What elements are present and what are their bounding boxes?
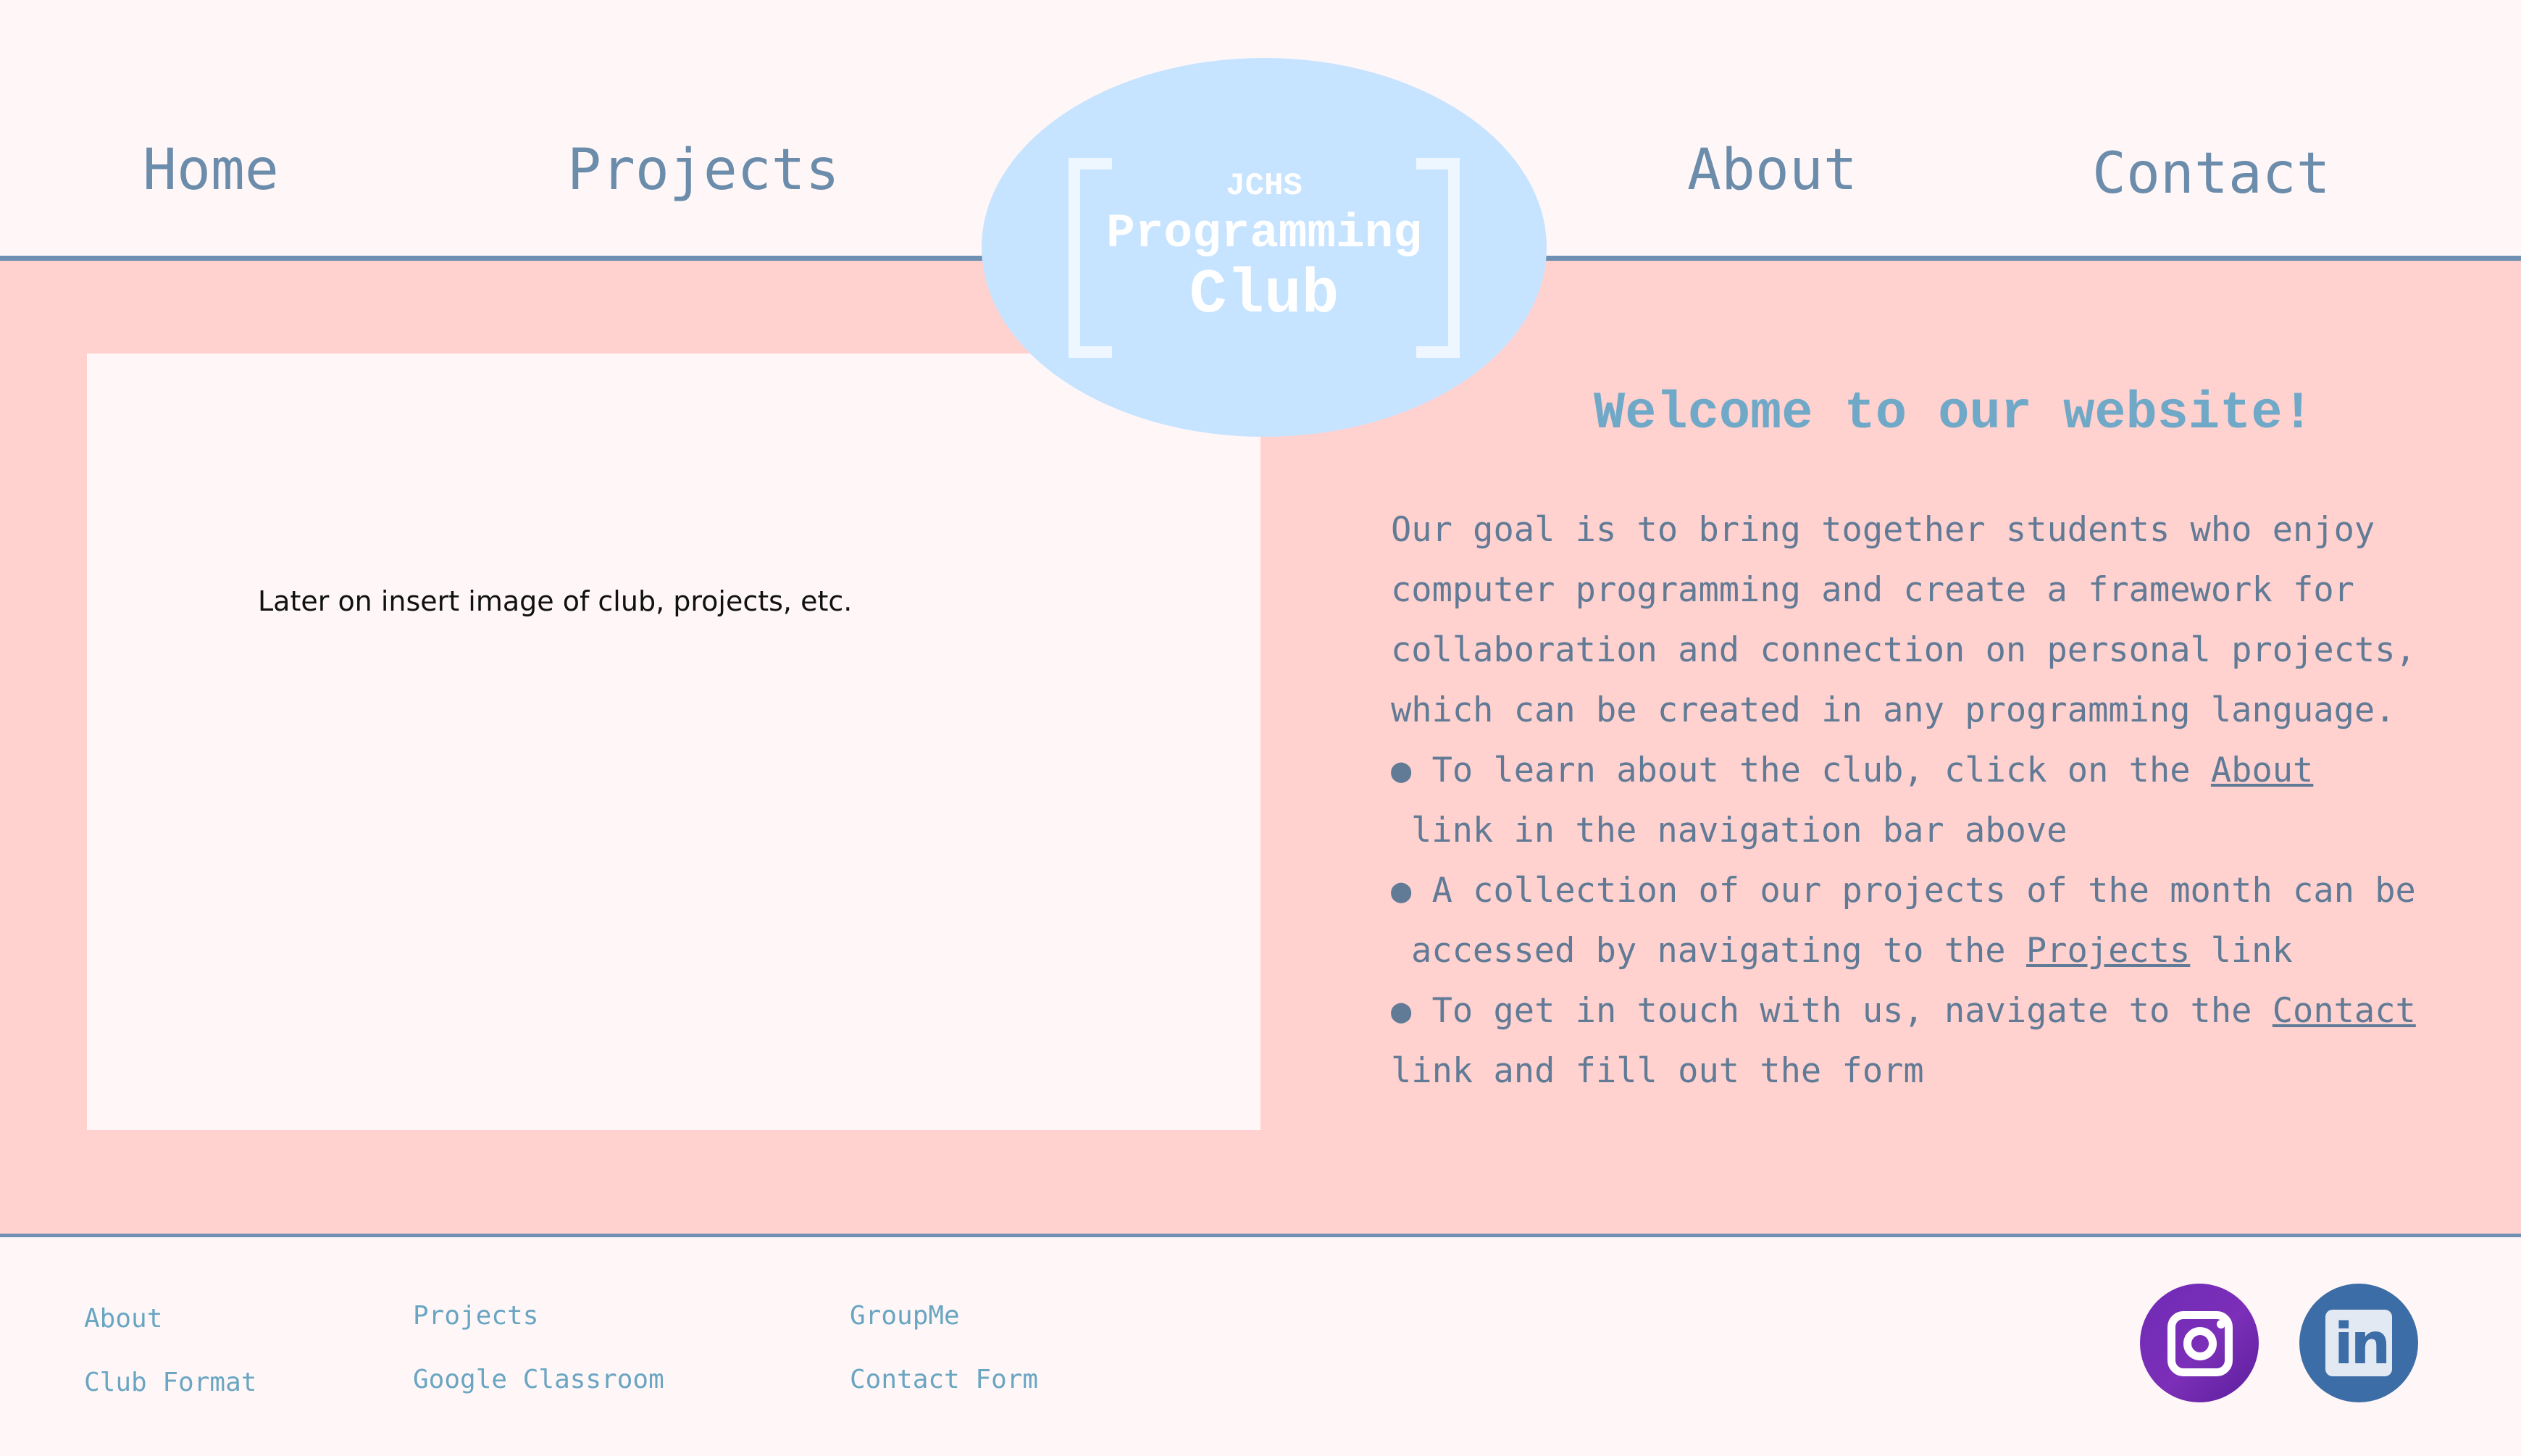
logo-line-programming: Programming — [1106, 206, 1422, 261]
bullet-projects: ● A collection of our projects of the mo… — [1391, 871, 2416, 911]
welcome-content: Our goal is to bring together students w… — [1391, 500, 2463, 1101]
footer-google-classroom-link[interactable]: Google Classroom — [413, 1365, 664, 1394]
bullet-contact: ● To get in touch with us, navigate to t… — [1391, 991, 2416, 1031]
inline-about-link[interactable]: About — [2211, 750, 2313, 790]
bullet-contact-cont: link and fill out the form — [1391, 1051, 1924, 1091]
footer-about-link[interactable]: About — [84, 1304, 162, 1334]
bullet-about-cont: link in the navigation bar above — [1411, 811, 2068, 850]
club-logo[interactable]: JCHS Programming Club — [982, 58, 1547, 437]
inline-contact-link[interactable]: Contact — [2273, 991, 2416, 1031]
footer-club-format-link[interactable]: Club Format — [84, 1368, 256, 1397]
logo-line-club: Club — [1189, 259, 1339, 330]
intro-paragraph: Our goal is to bring together students w… — [1391, 510, 2416, 730]
footer-groupme-link[interactable]: GroupMe — [850, 1301, 960, 1331]
image-placeholder-text: Later on insert image of club, projects,… — [258, 585, 853, 617]
footer-divider — [0, 1234, 2521, 1237]
logo-line-jchs: JCHS — [1226, 168, 1303, 204]
linkedin-icon[interactable]: in — [2299, 1284, 2418, 1402]
inline-projects-link[interactable]: Projects — [2026, 931, 2190, 971]
welcome-heading: Welcome to our website! — [1594, 384, 2314, 443]
nav-about-link[interactable]: About — [1687, 138, 1857, 203]
instagram-icon[interactable] — [2140, 1284, 2259, 1402]
image-placeholder-box: Later on insert image of club, projects,… — [87, 353, 1260, 1130]
nav-contact-link[interactable]: Contact — [2092, 141, 2330, 206]
bullet-projects-cont: accessed by navigating to the Projects l… — [1411, 931, 2293, 971]
nav-home-link[interactable]: Home — [143, 138, 279, 203]
footer-contact-form-link[interactable]: Contact Form — [850, 1365, 1038, 1394]
bullet-about: ● To learn about the club, click on the … — [1391, 750, 2314, 790]
footer-projects-link[interactable]: Projects — [413, 1301, 538, 1331]
nav-projects-link[interactable]: Projects — [567, 138, 840, 203]
